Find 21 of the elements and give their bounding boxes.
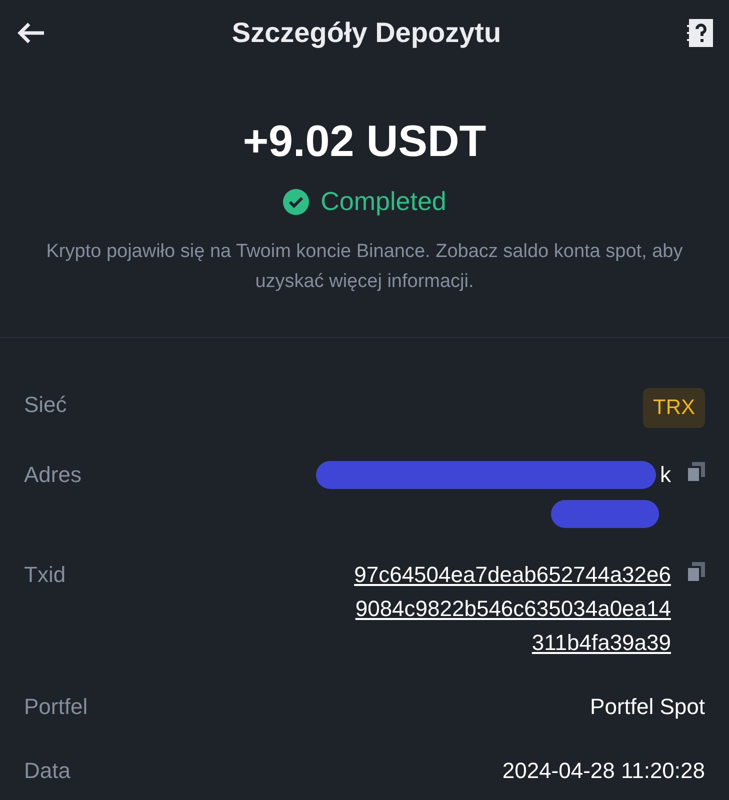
detail-value: 2024-04-28 11:20:28 <box>502 756 705 784</box>
address-text: k <box>660 461 671 489</box>
copy-icon[interactable] <box>687 562 705 582</box>
detail-label: Txid <box>24 560 66 588</box>
status-label: Completed <box>320 185 446 218</box>
detail-label: Sieć <box>24 391 67 419</box>
page-title: Szczegóły Depozytu <box>232 16 502 50</box>
check-circle-icon <box>282 188 309 214</box>
detail-label: Adres <box>24 460 82 488</box>
detail-label: Portfel <box>24 692 88 720</box>
txid-link[interactable]: 97c64504ea7deab652744a32e6 <box>354 558 671 592</box>
help-document-icon[interactable] <box>686 19 713 47</box>
detail-label: Data <box>24 756 70 784</box>
back-arrow-icon[interactable] <box>16 21 46 45</box>
description-text: Krypto pojawiło się na Twoim koncie Binance. Zobacz saldo konta spot, aby uzyskać więcej informacji. <box>45 240 684 294</box>
copy-icon[interactable] <box>687 462 705 482</box>
network-badge: TRX <box>643 388 705 428</box>
deposit-amount: +9.02 USDT <box>242 116 486 168</box>
txid-link[interactable]: 311b4fa39a39 <box>532 626 671 660</box>
detail-value: Portfel Spot <box>590 692 705 721</box>
txid-link[interactable]: 9084c9822b546c635034a0ea14 <box>355 592 671 626</box>
